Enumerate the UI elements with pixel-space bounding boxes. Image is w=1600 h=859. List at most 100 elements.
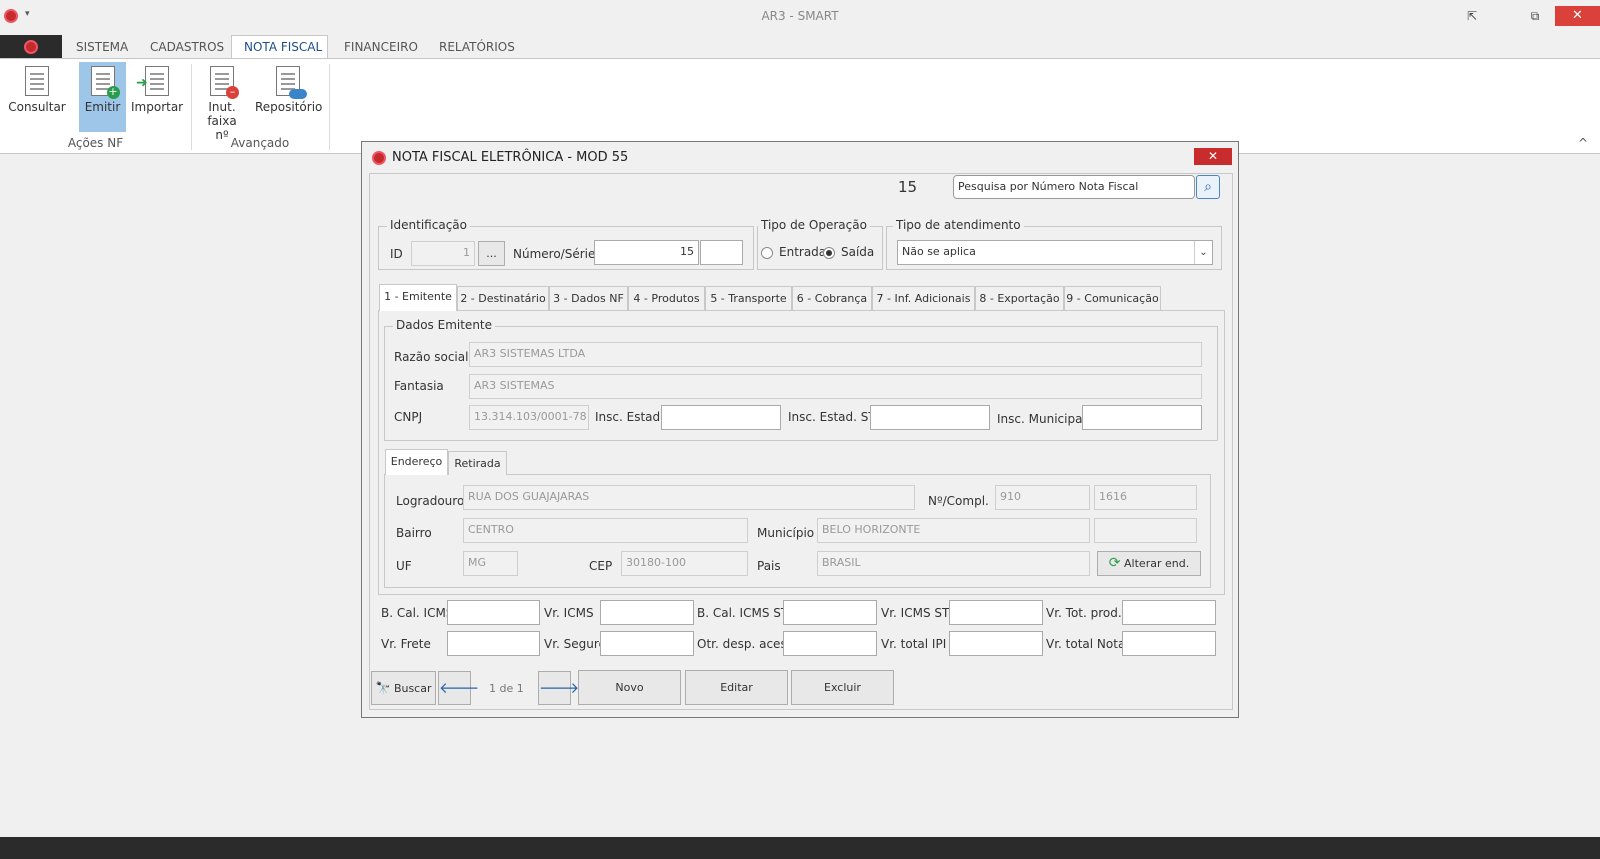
tab-emitente[interactable]: 1 - Emitente xyxy=(379,284,457,311)
pin-icon[interactable]: ⇱ xyxy=(1462,8,1482,24)
repositorio-button[interactable]: Repositório xyxy=(255,62,322,132)
tab-produtos[interactable]: 4 - Produtos xyxy=(628,286,705,310)
tab-exportacao[interactable]: 8 - Exportação xyxy=(975,286,1064,310)
bairro-label: Bairro xyxy=(396,526,432,540)
close-button[interactable]: ✕ xyxy=(1555,6,1600,26)
vr-icms-field[interactable] xyxy=(600,600,694,625)
bc-icms-st-field[interactable] xyxy=(783,600,877,625)
otr-desp-field[interactable] xyxy=(783,631,877,656)
insc-municipal-field[interactable] xyxy=(1082,405,1202,430)
tab-transporte[interactable]: 5 - Transporte xyxy=(705,286,792,310)
id-field[interactable]: 1 xyxy=(411,241,475,266)
insc-estadual-label: Insc. Estad. xyxy=(595,410,664,424)
pager-text: 1 de 1 xyxy=(489,682,524,695)
tab-cobranca[interactable]: 6 - Cobrança xyxy=(792,286,872,310)
uf-label: UF xyxy=(396,559,412,573)
tab-destinatario[interactable]: 2 - Destinatário xyxy=(457,286,549,310)
razao-social-label: Razão social xyxy=(394,350,469,364)
vr-frete-field[interactable] xyxy=(447,631,540,656)
prev-arrow-icon[interactable]: 🡐 xyxy=(438,671,479,705)
emit-document-icon: + xyxy=(90,66,120,99)
id-lookup-button[interactable]: ... xyxy=(478,241,505,266)
app-logo-icon xyxy=(24,40,38,54)
vr-seguro-field[interactable] xyxy=(600,631,694,656)
menu-cadastros[interactable]: CADASTROS xyxy=(150,40,224,54)
vr-icms-st-field[interactable] xyxy=(949,600,1043,625)
numero-serie-label: Número/Série xyxy=(513,247,596,261)
entrada-radio[interactable] xyxy=(761,247,773,259)
alterar-endereco-button[interactable]: ⟳ Alterar end. xyxy=(1097,551,1201,576)
insc-municipal-label: Insc. Municipal xyxy=(997,412,1086,426)
menu-relatorios[interactable]: RELATÓRIOS xyxy=(439,40,515,54)
bottom-bar xyxy=(0,837,1600,859)
search-icon[interactable]: ⌕ xyxy=(1196,175,1220,199)
tipo-operacao-legend: Tipo de Operação xyxy=(758,218,870,232)
refresh-icon: ⟳ xyxy=(1108,555,1121,571)
importar-button[interactable]: ➜ Importar xyxy=(131,62,183,132)
vr-total-ipi-field[interactable] xyxy=(949,631,1043,656)
insc-estadual-st-field[interactable] xyxy=(870,405,990,430)
municipio-field[interactable]: BELO HORIZONTE xyxy=(817,518,1090,543)
saida-radio[interactable] xyxy=(823,247,835,259)
entrada-label: Entrada xyxy=(779,245,827,259)
group-acoes-nf: Ações NF xyxy=(67,136,124,150)
insc-estadual-st-label: Insc. Estad. ST xyxy=(788,410,876,424)
import-document-icon: ➜ xyxy=(136,66,169,96)
restore-button[interactable]: ⧉ xyxy=(1525,8,1545,24)
bairro-field[interactable]: CENTRO xyxy=(463,518,748,543)
serie-field[interactable] xyxy=(700,240,743,265)
dialog-close-button[interactable]: ✕ xyxy=(1194,148,1232,165)
binoculars-icon: 🔭 xyxy=(375,681,391,695)
saida-label: Saída xyxy=(841,245,875,259)
tipo-atendimento-legend: Tipo de atendimento xyxy=(893,218,1024,232)
emitir-button[interactable]: + Emitir xyxy=(79,62,126,132)
next-arrow-icon[interactable]: 🡒 xyxy=(538,671,579,705)
novo-button[interactable]: Novo xyxy=(578,670,681,705)
menu-nota-fiscal[interactable]: NOTA FISCAL xyxy=(244,40,322,54)
tipo-atendimento-select[interactable]: Não se aplica xyxy=(897,240,1213,265)
subtab-retirada[interactable]: Retirada xyxy=(448,451,507,475)
search-input[interactable]: Pesquisa por Número Nota Fiscal xyxy=(953,175,1195,199)
tab-dados-nf[interactable]: 3 - Dados NF xyxy=(549,286,628,310)
tab-inf-adicionais[interactable]: 7 - Inf. Adicionais xyxy=(872,286,975,310)
bc-icms-field[interactable] xyxy=(447,600,540,625)
ribbon-collapse-icon[interactable]: ^ xyxy=(1578,136,1588,150)
subtab-endereco[interactable]: Endereço xyxy=(385,449,448,475)
vr-tot-prod-field[interactable] xyxy=(1122,600,1216,625)
dialog-logo-icon xyxy=(372,151,386,165)
identificacao-legend: Identificação xyxy=(387,218,470,232)
vr-icms-label: Vr. ICMS xyxy=(544,606,594,620)
editar-button[interactable]: Editar xyxy=(685,670,788,705)
pais-field[interactable]: BRASIL xyxy=(817,551,1090,576)
vr-icms-st-label: Vr. ICMS ST xyxy=(881,606,950,620)
complemento-field[interactable]: 1616 xyxy=(1094,485,1197,510)
cep-label: CEP xyxy=(589,559,613,573)
numero-field[interactable]: 15 xyxy=(594,240,699,265)
numero-endereco-field[interactable]: 910 xyxy=(995,485,1090,510)
buscar-button[interactable]: 🔭 Buscar xyxy=(371,671,436,705)
cep-field[interactable]: 30180-100 xyxy=(621,551,748,576)
fantasia-field[interactable]: AR3 SISTEMAS xyxy=(469,374,1202,399)
razao-social-field[interactable]: AR3 SISTEMAS LTDA xyxy=(469,342,1202,367)
chevron-down-icon[interactable]: ⌄ xyxy=(1194,241,1212,264)
vr-frete-label: Vr. Frete xyxy=(381,637,431,651)
otr-desp-label: Otr. desp. acess xyxy=(697,637,793,651)
logradouro-field[interactable]: RUA DOS GUAJAJARAS xyxy=(463,485,915,510)
cnpj-field[interactable]: 13.314.103/0001-78 xyxy=(469,405,589,430)
tab-comunicacao[interactable]: 9 - Comunicação xyxy=(1064,286,1161,310)
vr-total-ipi-label: Vr. total IPI xyxy=(881,637,947,651)
excluir-button[interactable]: Excluir xyxy=(791,670,894,705)
municipio-code-field[interactable] xyxy=(1094,518,1197,543)
consultar-button[interactable]: Consultar xyxy=(8,62,66,132)
vr-tot-prod-label: Vr. Tot. prod. xyxy=(1046,606,1122,620)
menu-sistema[interactable]: SISTEMA xyxy=(76,40,128,54)
uf-field[interactable]: MG xyxy=(463,551,518,576)
logradouro-label: Logradouro xyxy=(396,494,465,508)
inutilizar-faixa-button[interactable]: – Inut. faixa nº xyxy=(199,62,245,142)
menu-financeiro[interactable]: FINANCEIRO xyxy=(344,40,418,54)
bc-icms-st-label: B. Cal. ICMS ST xyxy=(697,606,789,620)
file-menu-button[interactable] xyxy=(0,35,62,58)
vr-total-nota-field[interactable] xyxy=(1122,631,1216,656)
vr-seguro-label: Vr. Seguro xyxy=(544,637,606,651)
insc-estadual-field[interactable] xyxy=(661,405,781,430)
